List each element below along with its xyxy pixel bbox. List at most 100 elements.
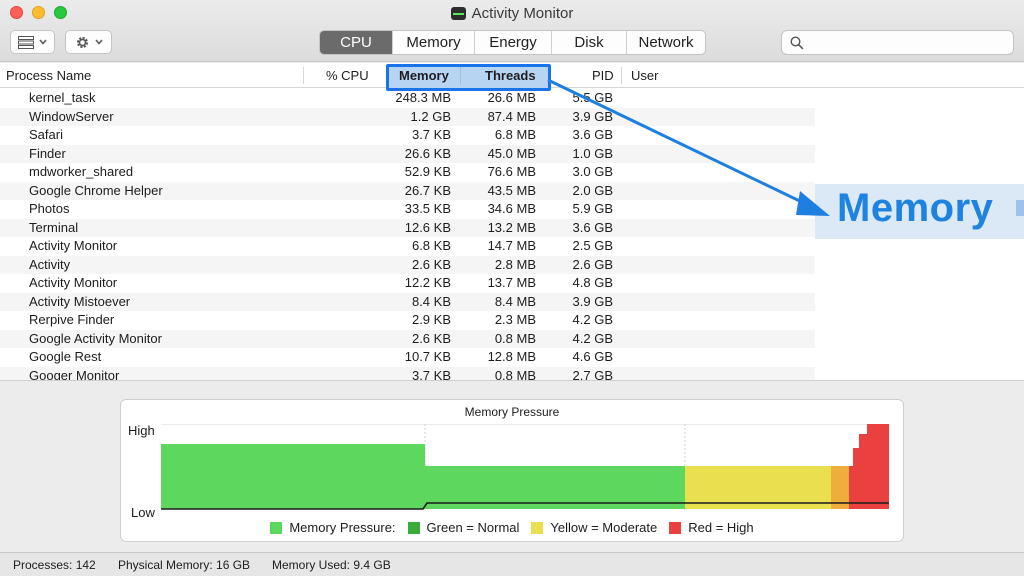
memory-cell: 12.6 KB — [404, 219, 451, 235]
callout-label: Memory — [837, 186, 994, 230]
legend-swatch-pressure — [270, 521, 283, 534]
memory-cell: 33.5 KB — [404, 201, 451, 216]
pid-cell: 4.6 GB — [572, 349, 613, 364]
pid-cell: 1.0 GB — [572, 145, 613, 161]
table-row[interactable]: Safari 3.7 KB 6.8 MB 3.6 GB — [0, 126, 815, 145]
pressure-segment-green — [161, 444, 425, 509]
table-row[interactable]: Activity Monitor 12.2 KB 13.7 MB 4.8 GB — [0, 274, 815, 293]
table-row[interactable]: Google Activity Monitor 2.6 KB 0.8 MB 4.2 G… — [0, 329, 815, 348]
threads-cell: 34.6 MB — [487, 201, 536, 216]
pid-cell: 2.0 GB — [572, 182, 613, 198]
process-name-cell: kernel_task — [29, 90, 96, 105]
search-field[interactable] — [781, 30, 1014, 55]
search-input[interactable] — [810, 33, 1006, 52]
process-name-cell: Photos — [29, 201, 70, 216]
legend-label: Memory Pressure: — [289, 520, 396, 535]
pid-cell: 4.2 GB — [572, 312, 613, 327]
column-header-memory[interactable]: Memory — [399, 63, 449, 88]
threads-cell: 76.6 MB — [487, 164, 536, 179]
memory-cell: 248.3 MB — [395, 90, 451, 105]
gear-icon — [76, 36, 88, 48]
process-name-cell: Safari — [29, 127, 63, 142]
pressure-high-label: High — [128, 423, 155, 438]
column-divider — [621, 67, 622, 84]
legend-label: Yellow = Moderate — [550, 520, 658, 535]
pressure-low-label: Low — [131, 505, 155, 520]
memory-cell: 26.6 KB — [404, 145, 451, 161]
column-header-cpu[interactable]: % CPU — [326, 63, 369, 88]
process-name-cell: Google Rest — [29, 349, 102, 364]
legend-swatch-red — [669, 521, 682, 534]
process-name-cell: Activity — [29, 256, 71, 272]
chevron-down-icon — [39, 39, 47, 45]
memory-cell: 6.8 KB — [411, 238, 451, 253]
tab-network[interactable]: Network — [627, 31, 705, 54]
legend-label: Green = Normal — [426, 520, 520, 535]
tab-memory[interactable]: Memory — [393, 31, 475, 54]
threads-cell: 14.7 MB — [487, 238, 536, 253]
window-title: Activity Monitor — [0, 5, 1024, 22]
memory-cell: 10.7 KB — [404, 349, 451, 364]
memory-cell: 12.2 KB — [404, 275, 451, 290]
memory-pressure-graph: Memory Pressure High Low Memory Pressure… — [120, 399, 904, 542]
table-row[interactable]: Google Chrome Helper 26.7 KB 43.5 MB 2.0 GB — [0, 181, 815, 200]
pid-cell: 3.6 GB — [572, 127, 613, 142]
legend-label: Red = High — [688, 520, 754, 535]
pid-cell: 3.9 GB — [572, 108, 613, 124]
memory-cell: 2.6 KB — [411, 330, 451, 346]
table-header: Process Name % CPU Memory Threads PID Us… — [0, 63, 1024, 91]
tab-disk[interactable]: Disk — [552, 31, 627, 54]
view-menu-button[interactable] — [10, 30, 55, 54]
tab-cpu[interactable]: CPU — [320, 31, 393, 54]
pid-cell: 5.5 GB — [572, 90, 613, 105]
category-tabs: CPU Memory Energy Disk Network — [319, 30, 706, 55]
pid-cell: 4.2 GB — [572, 330, 613, 346]
activity-monitor-app-icon — [450, 7, 466, 20]
table-row[interactable]: mdworker_shared 52.9 KB 76.6 MB 3.0 GB — [0, 163, 815, 182]
memory-cell: 26.7 KB — [404, 182, 451, 198]
column-header-process-name[interactable]: Process Name — [6, 63, 91, 88]
table-row[interactable]: Photos 33.5 KB 34.6 MB 5.9 GB — [0, 200, 815, 219]
column-divider — [460, 67, 461, 84]
table-row[interactable]: Finder 26.6 KB 45.0 MB 1.0 GB — [0, 144, 815, 163]
status-bar: Processes: 142 Physical Memory: 16 GB Me… — [0, 552, 1024, 576]
memory-cell: 52.9 KB — [404, 164, 451, 179]
pid-cell: 4.8 GB — [572, 275, 613, 290]
table-row[interactable]: Google Rest 10.7 KB 12.8 MB 4.6 GB — [0, 348, 815, 367]
table-row[interactable]: Terminal 12.6 KB 13.2 MB 3.6 GB — [0, 218, 815, 237]
status-memory-used: Memory Used: 9.4 GB — [272, 558, 391, 572]
table-row[interactable]: Rerpive Finder 2.9 KB 2.3 MB 4.2 GB — [0, 311, 815, 330]
pid-cell: 3.0 GB — [572, 164, 613, 179]
action-menu-button[interactable] — [65, 30, 112, 54]
memory-cell: 3.7 KB — [411, 367, 451, 381]
column-header-threads[interactable]: Threads — [485, 63, 536, 88]
status-processes: Processes: 142 — [13, 558, 96, 572]
tab-energy[interactable]: Energy — [475, 31, 552, 54]
threads-cell: 13.2 MB — [487, 219, 536, 235]
window-title-text: Activity Monitor — [471, 5, 574, 22]
pid-cell: 2.6 GB — [572, 256, 613, 272]
pressure-legend: Memory Pressure: Green = Normal Yellow =… — [121, 520, 903, 535]
process-name-cell: Activity Monitor — [29, 275, 118, 290]
table-row[interactable]: Activity Mistoever 8.4 KB 8.4 MB 3.9 GB — [0, 292, 815, 311]
chevron-down-icon — [94, 39, 103, 45]
table-row[interactable]: Activity 2.6 KB 2.8 MB 2.6 GB — [0, 255, 815, 274]
callout-scroll-indicator — [1016, 200, 1024, 216]
table-row[interactable]: kernel_task 248.3 MB 26.6 MB 5.5 GB — [0, 89, 815, 108]
legend-swatch-green — [407, 521, 420, 534]
table-row[interactable]: Activity Monitor 6.8 KB 14.7 MB 2.5 GB — [0, 237, 815, 256]
memory-cell: 2.9 KB — [411, 312, 451, 327]
process-name-cell: Googer Monitor — [29, 367, 120, 381]
table-row[interactable]: WindowServer 1.2 GB 87.4 MB 3.9 GB — [0, 107, 815, 126]
pid-cell: 2.5 GB — [572, 238, 613, 253]
column-header-pid[interactable]: PID — [592, 63, 614, 88]
pid-cell: 3.6 GB — [572, 219, 613, 235]
process-name-cell: Google Chrome Helper — [29, 182, 163, 198]
threads-cell: 45.0 MB — [487, 145, 536, 161]
table-row[interactable]: Googer Monitor 3.7 KB 0.8 MB 2.7 GB — [0, 366, 815, 381]
threads-cell: 43.5 MB — [487, 182, 536, 198]
column-header-user[interactable]: User — [631, 63, 658, 88]
memory-cell: 1.2 GB — [410, 108, 451, 124]
threads-cell: 87.4 MB — [487, 108, 536, 124]
process-name-cell: Activity Monitor — [29, 238, 118, 253]
